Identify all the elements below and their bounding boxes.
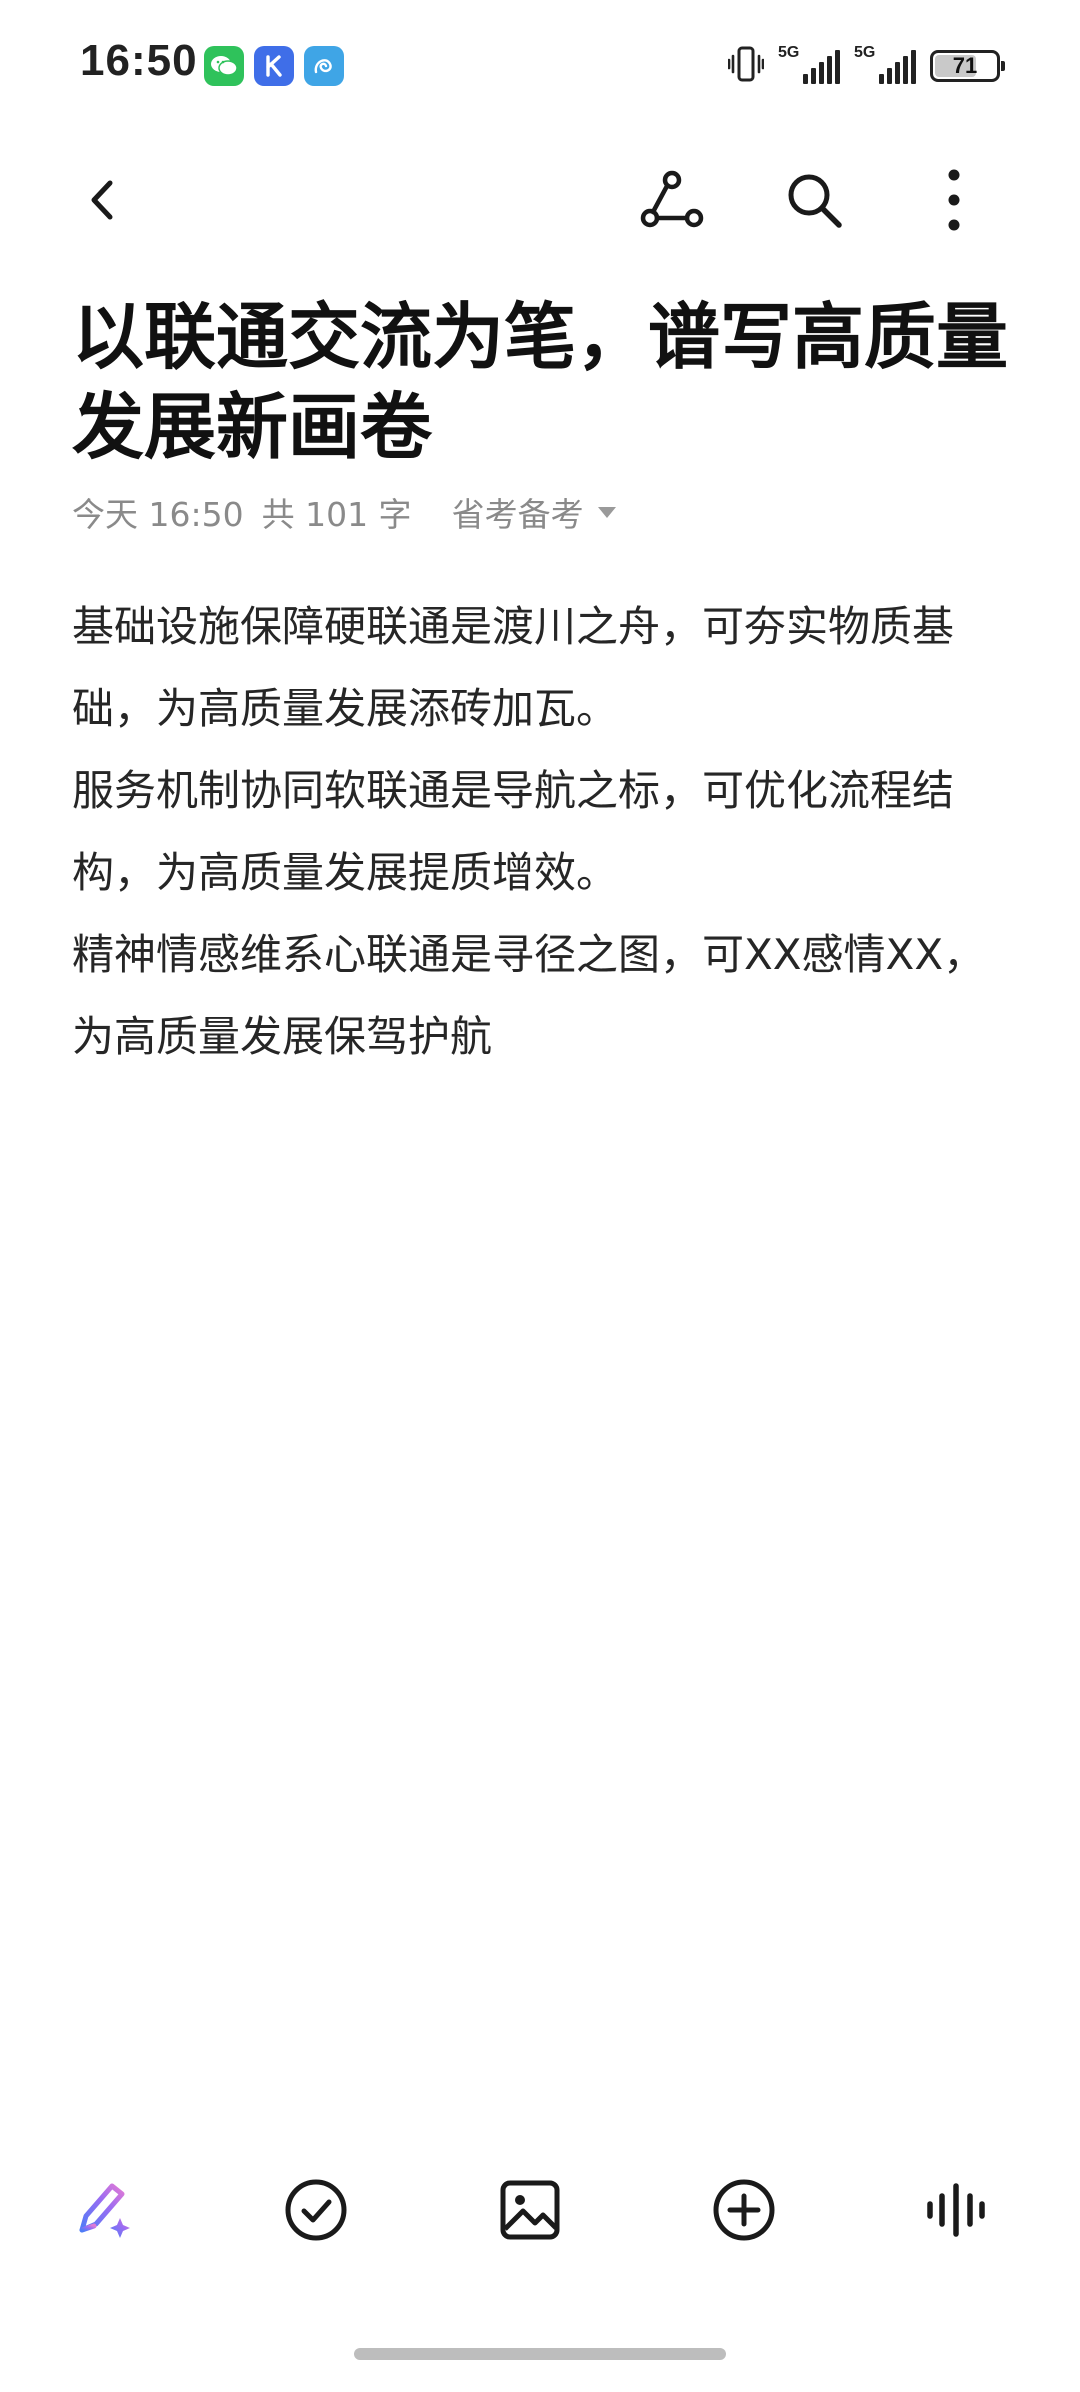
note-body[interactable]: 基础设施保障硬联通是渡川之舟，可夯实物质基础，为高质量发展添砖加瓦。 服务机制协… — [72, 586, 1012, 1078]
network-type-label: 5G — [854, 44, 876, 61]
bottom-toolbar — [0, 2150, 1080, 2270]
add-icon — [713, 2179, 775, 2241]
battery-level: 71 — [952, 53, 978, 78]
more-vertical-icon — [948, 169, 960, 231]
voice-icon — [927, 2183, 985, 2237]
signal-strength-2: 5G — [854, 44, 916, 86]
status-indicators: 5G 5G 71 — [727, 44, 1005, 88]
network-type-label: 5G — [778, 44, 800, 61]
vibrate-icon — [727, 44, 765, 88]
note-paragraph: 精神情感维系心联通是寻径之图，可XX感情XX，为高质量发展保驾护航 — [72, 930, 986, 1061]
battery-indicator: 71 — [930, 50, 1005, 82]
note-toolbar — [0, 140, 1080, 260]
note-date: 今天 16:50 — [72, 495, 244, 534]
note-title[interactable]: 以联通交流为笔，谱写高质量发展新画卷 — [72, 292, 1012, 472]
more-options-button[interactable] — [914, 160, 994, 240]
checklist-icon — [285, 2179, 347, 2241]
note-paragraph: 服务机制协同软联通是导航之标，可优化流程结构，为高质量发展提质增效。 — [72, 766, 955, 897]
word-count: 共 101 字 — [261, 495, 412, 534]
status-bar: 16:50 5G 5G 71 — [0, 0, 1080, 130]
voice-button[interactable] — [916, 2170, 996, 2250]
back-button[interactable] — [64, 160, 144, 240]
swirl-app-icon — [304, 46, 344, 86]
image-icon — [500, 2180, 560, 2240]
search-button[interactable] — [774, 160, 854, 240]
checklist-button[interactable] — [276, 2170, 356, 2250]
wechat-icon — [204, 46, 244, 86]
caret-down-icon — [597, 506, 616, 518]
k-app-icon — [254, 46, 294, 86]
insert-image-button[interactable] — [490, 2170, 570, 2250]
folder-name: 省考备考 — [451, 495, 584, 534]
share-button[interactable] — [632, 160, 712, 240]
chevron-left-icon — [91, 180, 113, 220]
signal-strength-1: 5G — [778, 44, 840, 86]
note-meta: 今天 16:50 共 101 字 省考备考 — [72, 488, 616, 536]
note-paragraph: 基础设施保障硬联通是渡川之舟，可夯实物质基础，为高质量发展添砖加瓦。 — [72, 602, 955, 733]
share-graph-icon — [640, 170, 704, 228]
add-button[interactable] — [704, 2170, 784, 2250]
home-indicator[interactable] — [354, 2348, 726, 2360]
search-icon — [788, 174, 842, 228]
folder-selector[interactable]: 省考备考 — [452, 488, 616, 536]
ai-pen-button[interactable] — [64, 2170, 144, 2250]
ai-pen-icon — [79, 2183, 130, 2238]
status-time: 16:50 — [80, 36, 198, 85]
